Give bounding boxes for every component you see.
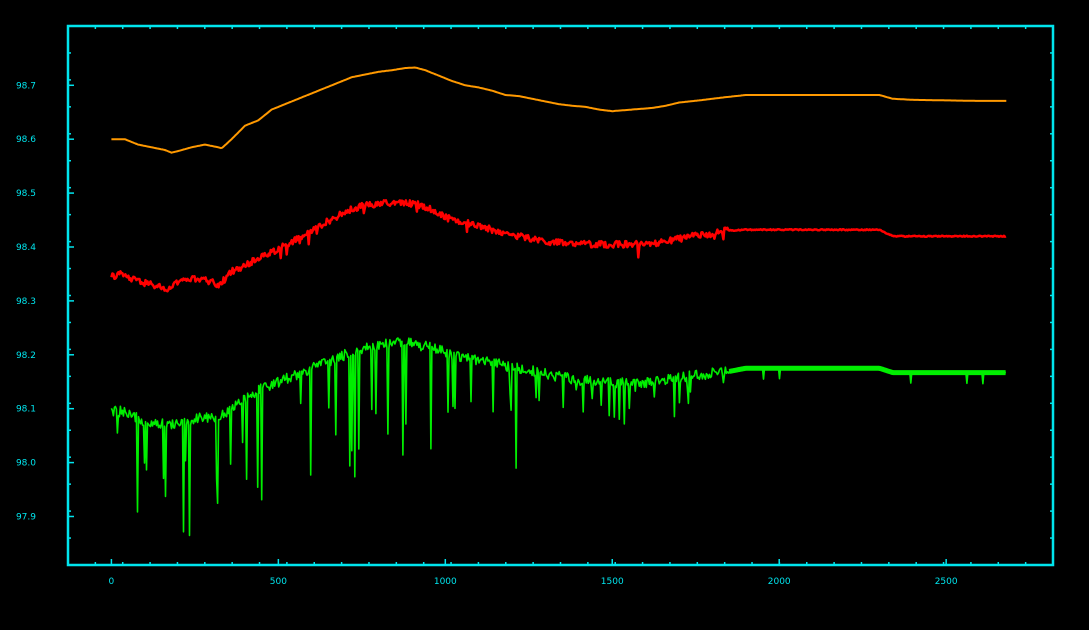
chart-background <box>0 0 1089 625</box>
y-tick-label: 98.0 <box>16 459 36 469</box>
x-tick-label: 2000 <box>768 577 791 587</box>
y-tick-label: 98.5 <box>16 189 36 199</box>
y-tick-label: 98.4 <box>16 243 36 253</box>
y-tick-label: 98.7 <box>16 81 36 91</box>
y-tick-label: 98.1 <box>16 405 36 415</box>
y-tick-label: 98.3 <box>16 297 36 307</box>
y-tick-label: 98.2 <box>16 351 36 361</box>
x-tick-label: 2500 <box>935 577 958 587</box>
x-tick-label: 1500 <box>601 577 624 587</box>
y-tick-label: 97.9 <box>16 512 36 522</box>
y-tick-label: 98.6 <box>16 135 36 145</box>
line-chart: 0 500 1000 1500 2000 2500 97.9 98.0 98.1 98.2 98.… <box>0 0 1089 625</box>
chart-root: 0 500 1000 1500 2000 2500 97.9 98.0 98.1 98.2 98.… <box>0 0 1089 625</box>
x-tick-label: 1000 <box>434 577 457 587</box>
x-tick-label: 500 <box>270 577 287 587</box>
x-tick-label: 0 <box>109 577 115 587</box>
